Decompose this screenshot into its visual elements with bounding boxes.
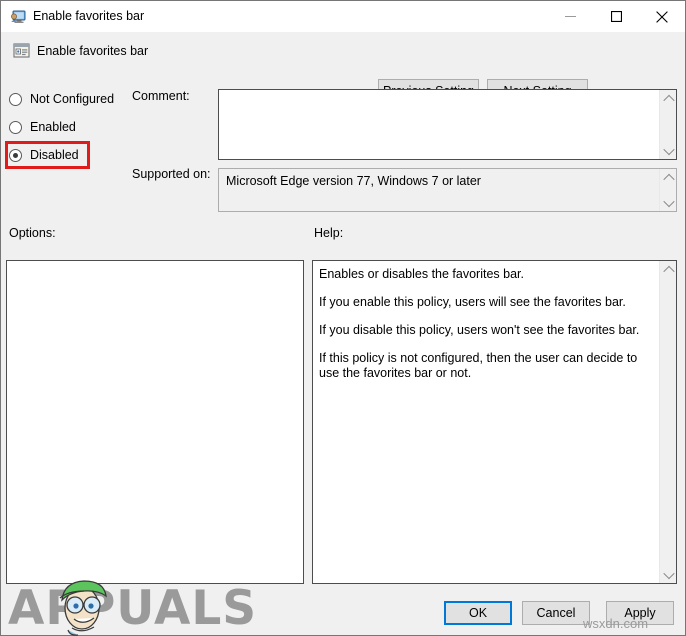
close-button[interactable] [639,1,685,32]
policy-setting-icon [13,42,30,59]
scroll-down-icon[interactable] [660,142,676,159]
supported-on-label: Supported on: [132,167,211,181]
title-bar: Enable favorites bar [1,1,685,32]
setting-header: Enable favorites bar Previous Setting Ne… [2,32,684,103]
radio-circle-disabled [9,148,22,162]
radio-label-not-configured: Not Configured [30,92,115,106]
scroll-down-icon[interactable] [660,566,676,583]
supported-on-value: Microsoft Edge version 77, Windows 7 or … [226,174,481,188]
comment-scrollbar[interactable] [659,90,676,159]
comment-label: Comment: [132,89,190,103]
radio-label-enabled: Enabled [30,120,76,134]
radio-disabled[interactable]: Disabled [9,145,79,165]
help-paragraph: Enables or disables the favorites bar. [319,267,524,281]
comment-input[interactable] [218,89,677,160]
maximize-button[interactable] [593,1,639,32]
help-paragraph: If this policy is not configured, then t… [319,351,638,380]
scroll-up-icon[interactable] [660,90,676,107]
minimize-icon [564,16,576,17]
monitor-policy-icon [10,9,26,25]
radio-circle-enabled [9,120,22,134]
radio-not-configured[interactable]: Not Configured [9,89,114,109]
close-icon [656,10,668,23]
options-panel[interactable] [6,260,304,584]
supported-on-field: Microsoft Edge version 77, Windows 7 or … [218,168,677,212]
window-title: Enable favorites bar [33,9,145,23]
scroll-down-icon[interactable] [660,194,676,211]
options-label: Options: [9,226,56,240]
radio-circle-not-configured [9,92,22,106]
help-label: Help: [314,226,344,240]
setting-title: Enable favorites bar [37,44,149,58]
ok-button[interactable]: OK [444,601,512,625]
help-paragraph: If you enable this policy, users will se… [319,295,626,309]
scroll-up-icon[interactable] [660,261,676,278]
help-panel: Enables or disables the favorites bar. I… [312,260,677,584]
radio-enabled[interactable]: Enabled [9,117,76,137]
scroll-up-icon[interactable] [660,169,676,186]
help-paragraph: If you disable this policy, users won't … [319,323,640,337]
help-scrollbar[interactable] [659,261,676,583]
cancel-button[interactable]: Cancel [522,601,590,625]
help-text: Enables or disables the favorites bar. I… [319,267,649,394]
apply-button[interactable]: Apply [606,601,674,625]
maximize-icon [610,11,622,22]
minimize-button[interactable] [547,1,593,32]
supported-on-scrollbar[interactable] [659,169,676,211]
policy-setting-dialog: Enable favorites bar Enable favorites ba… [0,0,686,636]
radio-label-disabled: Disabled [30,148,79,162]
